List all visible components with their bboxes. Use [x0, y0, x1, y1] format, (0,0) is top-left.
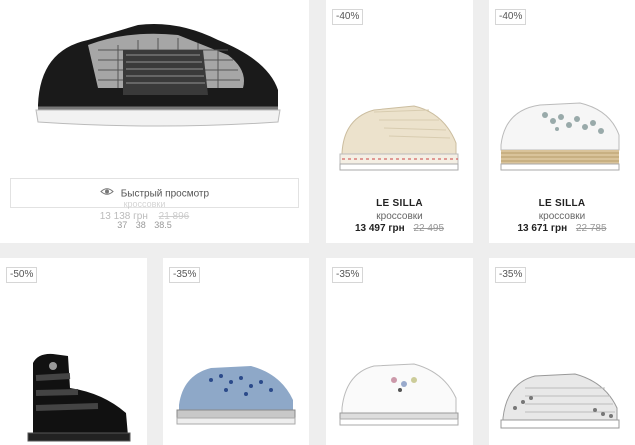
product-card-1[interactable]: Быстрый просмотр кроссовки 13 138 грн 21…: [0, 0, 309, 243]
product-type: кроссовки: [538, 211, 586, 222]
size-option[interactable]: 38.5: [154, 220, 172, 230]
brand-name[interactable]: LE SILLA: [489, 198, 635, 209]
product-card-4[interactable]: -50%: [0, 258, 147, 445]
product-card-2[interactable]: -40% LE SILLA кроссовки 13 497 грн 22 49…: [326, 0, 473, 243]
price-row: 13 671 грн 22 785: [489, 223, 635, 234]
product-card-6[interactable]: -35%: [326, 258, 473, 445]
discount-badge: -35%: [495, 267, 527, 283]
white-floral-sneaker-image[interactable]: [334, 358, 464, 433]
size-option[interactable]: 37: [117, 220, 127, 230]
discount-badge: -50%: [6, 267, 38, 283]
product-type: кроссовки: [376, 211, 423, 222]
white-jeweled-espadrille-sneaker-image[interactable]: [495, 95, 625, 180]
denim-sequin-sneaker-image[interactable]: [171, 360, 301, 430]
discount-badge: -35%: [332, 267, 364, 283]
size-option[interactable]: 38: [136, 220, 146, 230]
product-card-3[interactable]: -40% LE SILLA кроссовки 13 671 грн 22 78…: [489, 0, 635, 243]
quick-view-label: Быстрый просмотр: [120, 188, 210, 200]
current-price: 13 497 грн: [354, 223, 405, 234]
price-row: 13 497 грн 22 495: [326, 223, 473, 234]
size-list: 37 38 38.5: [0, 220, 299, 230]
old-price: 22 495: [413, 223, 445, 234]
discount-badge: -40%: [332, 9, 364, 25]
black-high-top-strap-sneaker-image[interactable]: [8, 348, 138, 443]
current-price: 13 671 грн: [517, 223, 568, 234]
studded-mesh-sneaker-image[interactable]: [495, 368, 625, 443]
product-card-7[interactable]: -35%: [489, 258, 635, 445]
product-card-5[interactable]: -35%: [163, 258, 309, 445]
brand-name[interactable]: LE SILLA: [326, 198, 473, 209]
old-price: 22 785: [575, 223, 607, 234]
cream-platform-sneaker-image[interactable]: [334, 98, 464, 178]
discount-badge: -35%: [169, 267, 201, 283]
black-mesh-sneaker-image[interactable]: [28, 10, 288, 130]
discount-badge: -40%: [495, 9, 527, 25]
product-type-ghost: кроссовки: [123, 199, 166, 209]
